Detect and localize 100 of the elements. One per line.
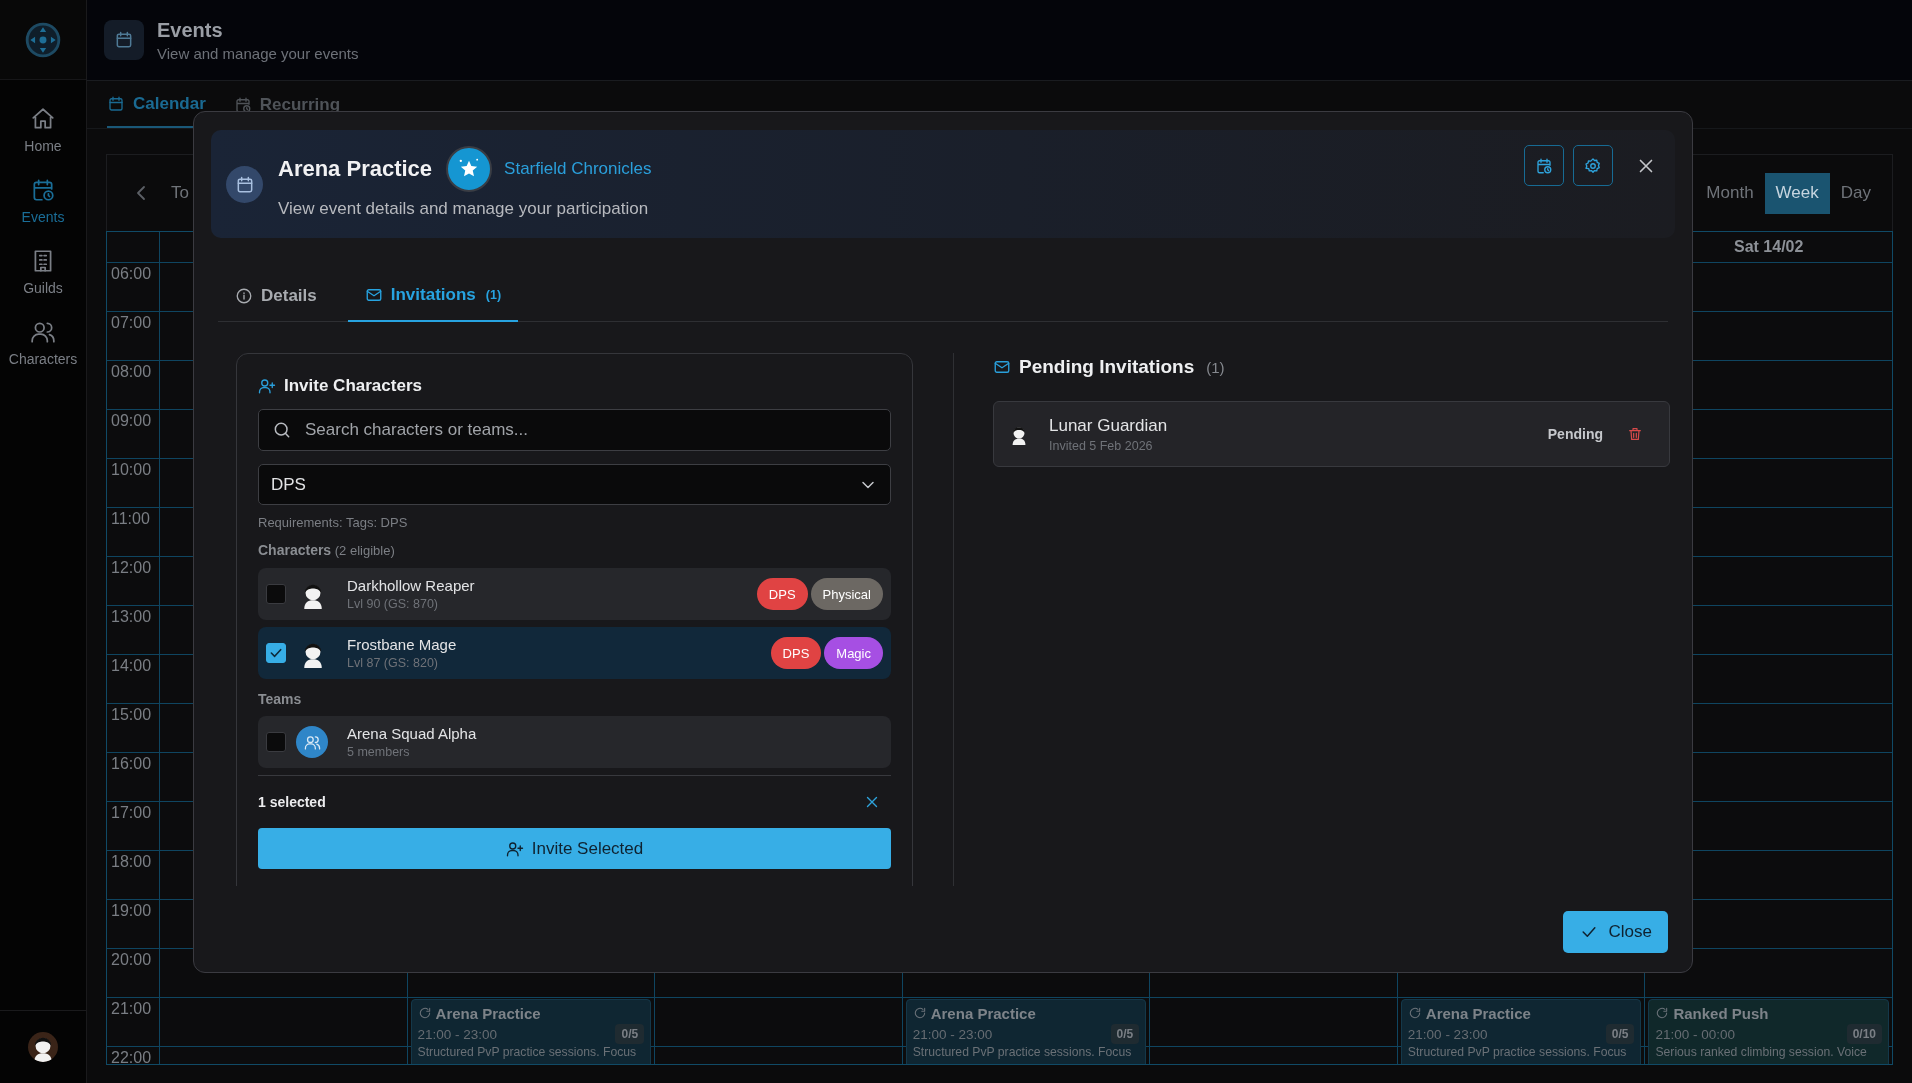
time-label: 13:00 xyxy=(110,607,153,626)
view-tab[interactable]: Week xyxy=(1764,172,1830,214)
checkbox[interactable] xyxy=(266,732,286,752)
event-title: Arena Practice xyxy=(930,1004,1036,1022)
nav-item[interactable]: Events xyxy=(21,177,65,225)
game-link[interactable]: Starfield Chronicles xyxy=(504,159,652,179)
dialog-tab[interactable]: Invitations (1) xyxy=(347,269,519,322)
day-header: Sat 14/02 xyxy=(1734,238,1804,256)
view-tab[interactable]: Day xyxy=(1829,172,1882,214)
slot-count: 0/10 xyxy=(1846,1024,1882,1044)
time-label: 20:00 xyxy=(110,950,153,969)
member-count: 5 members xyxy=(347,745,411,759)
time-label: 21:00 xyxy=(110,999,153,1018)
tag-dropdown[interactable]: DPS xyxy=(258,464,891,505)
search-icon xyxy=(272,420,292,440)
event-title: Ranked Push xyxy=(1673,1004,1769,1022)
page-subtitle: View and manage your events xyxy=(157,44,359,62)
slot-count: 0/5 xyxy=(615,1024,645,1044)
section-title: Invite Characters xyxy=(284,376,422,396)
time-label: 22:00 xyxy=(110,1048,153,1064)
user-avatar[interactable] xyxy=(28,1032,58,1062)
event-card[interactable]: Arena Practice 21:00 - 23:00 0/5 Structured PvP practice sessions. Focus xyxy=(905,999,1147,1064)
time-label: 15:00 xyxy=(110,705,153,724)
event-time: 21:00 - 00:00 xyxy=(1655,1026,1735,1042)
time-label: 11:00 xyxy=(110,509,151,528)
tag: DPS xyxy=(756,578,808,610)
character-name: Darkhollow Reaper xyxy=(347,577,476,594)
event-title: Arena Practice xyxy=(1425,1004,1531,1022)
pending-count: (1) xyxy=(1206,358,1225,376)
team-row[interactable]: Arena Squad Alpha 5 members xyxy=(258,716,891,768)
team-name: Arena Squad Alpha xyxy=(347,725,478,742)
event-description: Structured PvP practice sessions. Focus xyxy=(912,1045,1133,1060)
character-name: Lunar Guardian xyxy=(1049,415,1169,436)
calendar-icon xyxy=(114,30,134,50)
eligible-count: (2 eligible) xyxy=(333,543,395,558)
time-label: 14:00 xyxy=(110,656,153,675)
nav-item[interactable]: Guilds xyxy=(23,248,63,296)
character-level: Lvl 87 (GS: 820) xyxy=(347,656,439,670)
schedule-button[interactable] xyxy=(1524,145,1564,186)
settings-icon xyxy=(1584,156,1602,175)
event-card[interactable]: Arena Practice 21:00 - 23:00 0/5 Structured PvP practice sessions. Focus xyxy=(1400,999,1642,1064)
event-time: 21:00 - 23:00 xyxy=(912,1026,993,1042)
checkbox[interactable] xyxy=(266,584,286,604)
event-time: 21:00 - 23:00 xyxy=(1407,1026,1488,1042)
users-icon xyxy=(30,319,56,345)
invited-date: Invited 5 Feb 2026 xyxy=(1049,438,1154,453)
page-title: Events xyxy=(157,18,224,42)
trash-icon xyxy=(1627,426,1643,442)
time-label: 19:00 xyxy=(110,901,153,920)
status-label: Pending xyxy=(1547,426,1603,442)
time-label: 08:00 xyxy=(110,362,153,381)
dialog-title: Arena Practice xyxy=(278,156,433,182)
nav-item[interactable]: Characters xyxy=(8,319,78,367)
mail-icon xyxy=(993,358,1011,376)
time-label: 09:00 xyxy=(110,411,153,430)
event-title: Arena Practice xyxy=(435,1004,541,1022)
character-row[interactable]: Frostbane Mage Lvl 87 (GS: 820) DPS Magic xyxy=(258,627,891,679)
logo-icon xyxy=(24,20,62,59)
section-title: Pending Invitations xyxy=(1019,356,1195,378)
time-label: 17:00 xyxy=(110,803,153,822)
today-button[interactable]: To xyxy=(171,183,189,203)
checkbox[interactable] xyxy=(266,643,286,663)
view-tab[interactable]: Month xyxy=(1695,172,1765,214)
tag: Magic xyxy=(824,637,883,669)
calendar-icon xyxy=(233,95,252,114)
dialog-subtitle: View event details and manage your participation xyxy=(278,199,650,219)
calendar-icon xyxy=(1535,156,1553,175)
character-name: Frostbane Mage xyxy=(347,636,458,653)
team-icon xyxy=(296,726,328,758)
tag: DPS xyxy=(770,637,822,669)
user-plus-icon xyxy=(258,377,276,395)
time-label: 07:00 xyxy=(110,313,153,332)
selection-count: 1 selected xyxy=(258,794,326,810)
requirements-text: Requirements: Tags: DPS xyxy=(258,515,409,530)
home-icon xyxy=(30,106,56,132)
close-dialog-button[interactable]: Close xyxy=(1562,911,1668,953)
time-label: 10:00 xyxy=(110,460,153,479)
nav-item[interactable]: Home xyxy=(24,106,62,154)
character-level: Lvl 90 (GS: 870) xyxy=(347,597,439,611)
time-label: 16:00 xyxy=(110,754,153,773)
event-card[interactable]: Ranked Push 21:00 - 00:00 0/10 Serious ranked climbing session. Voice xyxy=(1648,999,1889,1064)
calendar-icon xyxy=(107,94,125,113)
time-label: 18:00 xyxy=(110,852,153,871)
time-label: 06:00 xyxy=(110,264,153,283)
group-label: Teams xyxy=(258,691,303,707)
search-field[interactable]: Search characters or teams... xyxy=(258,409,891,451)
character-row[interactable]: Darkhollow Reaper Lvl 90 (GS: 870) DPS Physical xyxy=(258,568,891,620)
slot-count: 0/5 xyxy=(1605,1024,1635,1044)
time-label: 12:00 xyxy=(110,558,153,577)
event-time: 21:00 - 23:00 xyxy=(417,1026,498,1042)
info-icon xyxy=(235,286,253,305)
event-description: Serious ranked climbing session. Voice xyxy=(1655,1045,1868,1060)
invite-button[interactable]: Invite Selected xyxy=(258,828,891,869)
settings-button[interactable] xyxy=(1573,145,1613,186)
event-description: Structured PvP practice sessions. Focus xyxy=(417,1045,638,1060)
event-card[interactable]: Arena Practice 21:00 - 23:00 0/5 Structured PvP practice sessions. Focus xyxy=(410,999,652,1064)
slot-count: 0/5 xyxy=(1110,1024,1140,1044)
user-plus-icon xyxy=(505,839,524,858)
dialog-tab[interactable]: Details xyxy=(218,269,334,322)
event-description: Structured PvP practice sessions. Focus xyxy=(1407,1045,1628,1060)
